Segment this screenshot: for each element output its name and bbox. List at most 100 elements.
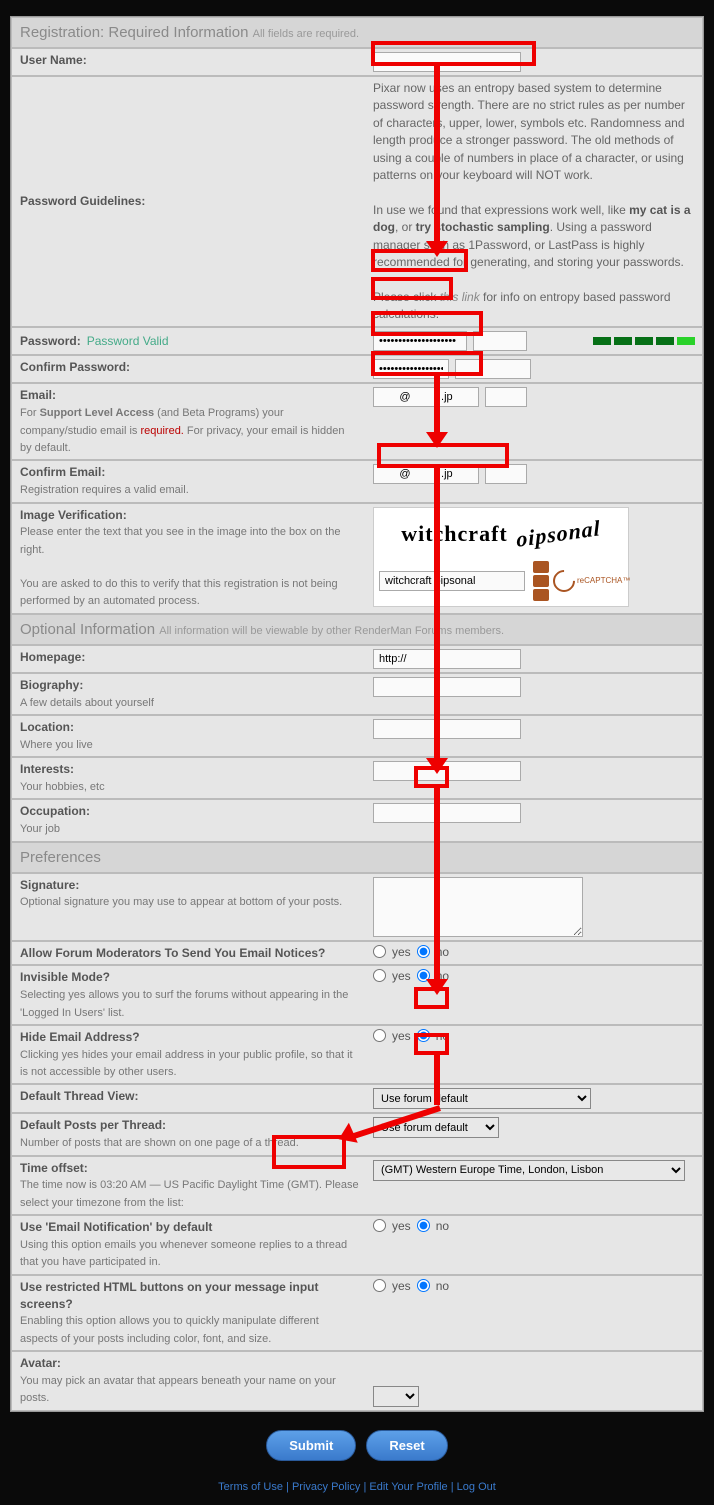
htmlbtns-row: Use restricted HTML buttons on your mess…	[11, 1275, 703, 1351]
recaptcha-logo: reCAPTCHA™	[553, 570, 630, 592]
captcha-sub2: You are asked to do this to verify that …	[20, 578, 338, 607]
privacy-link[interactable]: Privacy Policy	[292, 1481, 360, 1493]
captcha-widget: witchcraft oipsonal reCAPTCHA™	[373, 507, 629, 607]
location-input[interactable]	[373, 719, 521, 739]
username-input[interactable]	[373, 52, 521, 72]
htmlbtns-sub: Enabling this option allows you to quick…	[20, 1315, 319, 1344]
hideemail-label: Hide Email Address?	[20, 1030, 140, 1044]
postsper-label: Default Posts per Thread:	[20, 1118, 166, 1132]
pwguide-p2: In use we found that expressions work we…	[373, 202, 696, 272]
confirmemail-label: Confirm Email:	[20, 465, 105, 479]
homepage-row: Homepage:	[11, 645, 703, 673]
pwguide-p1: Pixar now uses an entropy based system t…	[373, 80, 696, 184]
email-sub: For Support Level Access (and Beta Progr…	[20, 407, 344, 454]
email-input[interactable]	[373, 387, 479, 407]
interests-input[interactable]	[373, 761, 521, 781]
submit-button[interactable]: Submit	[266, 1430, 356, 1461]
captcha-row: Image Verification: Please enter the tex…	[11, 503, 703, 614]
timeoffset-label: Time offset:	[20, 1161, 88, 1175]
timeoffset-select[interactable]: (GMT) Western Europe Time, London, Lisbo…	[373, 1160, 685, 1181]
modemails-no[interactable]	[417, 945, 430, 958]
bio-sub: A few details about yourself	[20, 697, 154, 709]
editprofile-link[interactable]: Edit Your Profile	[369, 1481, 447, 1493]
timeoffset-row: Time offset:The time now is 03:20 AM — U…	[11, 1156, 703, 1216]
emailnotif-no[interactable]	[417, 1219, 430, 1232]
bio-input[interactable]	[373, 677, 521, 697]
reset-button[interactable]: Reset	[366, 1430, 447, 1461]
invisible-label: Invisible Mode?	[20, 970, 110, 984]
captcha-controls	[533, 561, 549, 601]
occupation-sub: Your job	[20, 823, 60, 835]
password-label: Password:	[20, 334, 81, 348]
page-container: Registration: Required Information All f…	[0, 0, 714, 1505]
password-input[interactable]	[373, 331, 467, 351]
invisible-yes[interactable]	[373, 969, 386, 982]
footer: Terms of Use | Privacy Policy | Edit You…	[10, 1473, 704, 1495]
prefs-title: Preferences	[20, 849, 101, 866]
postsper-sub: Number of posts that are shown on one pa…	[20, 1137, 299, 1149]
password-valid: Password Valid	[87, 334, 169, 348]
required-title: Registration: Required Information	[20, 24, 248, 41]
location-row: Location: Where you live	[11, 715, 703, 757]
invisible-row: Invisible Mode? Selecting yes allows you …	[11, 965, 703, 1025]
interests-row: Interests:Your hobbies, etc	[11, 757, 703, 799]
form-table: Registration: Required Information All f…	[10, 16, 704, 1412]
captcha-audio-icon[interactable]	[533, 575, 549, 587]
modemails-label: Allow Forum Moderators To Send You Email…	[20, 946, 325, 960]
hideemail-yes[interactable]	[373, 1029, 386, 1042]
hideemail-sub: Clicking yes hides your email address in…	[20, 1049, 353, 1078]
logout-link[interactable]: Log Out	[457, 1481, 496, 1493]
optional-sub: All information will be viewable by othe…	[159, 625, 504, 637]
confirmemail-sub: Registration requires a valid email.	[20, 484, 189, 496]
required-header: Registration: Required Information All f…	[11, 17, 703, 48]
pwguide-p3: Please click this link for info on entro…	[373, 289, 696, 324]
captcha-label: Image Verification:	[20, 508, 127, 522]
htmlbtns-yes[interactable]	[373, 1279, 386, 1292]
hideemail-no[interactable]	[417, 1029, 430, 1042]
location-sub: Where you live	[20, 739, 93, 751]
captcha-help-icon[interactable]	[533, 589, 549, 601]
captcha-refresh-icon[interactable]	[533, 561, 549, 573]
hideemail-row: Hide Email Address? Clicking yes hides yo…	[11, 1025, 703, 1085]
avatar-select[interactable]	[373, 1386, 419, 1407]
confirmpw-row: Confirm Password:	[11, 355, 703, 383]
email-row: Email: For Support Level Access (and Bet…	[11, 383, 703, 460]
button-bar: Submit Reset	[10, 1412, 704, 1473]
invisible-no[interactable]	[417, 969, 430, 982]
location-label: Location:	[20, 720, 74, 734]
username-label: User Name:	[20, 53, 87, 67]
captcha-image: witchcraft oipsonal	[379, 513, 623, 555]
avatar-row: Avatar:You may pick an avatar that appea…	[11, 1351, 703, 1411]
optional-title: Optional Information	[20, 621, 155, 638]
entropy-link[interactable]: this link	[440, 290, 480, 304]
occupation-row: Occupation: Your job	[11, 799, 703, 841]
postsper-select[interactable]: Use forum default	[373, 1117, 499, 1138]
occupation-input[interactable]	[373, 803, 521, 823]
password-row: Password: Password Valid	[11, 327, 703, 355]
emailnotif-row: Use 'Email Notification' by defaultUsing…	[11, 1215, 703, 1275]
emailnotif-label: Use 'Email Notification' by default	[20, 1220, 212, 1234]
optional-header: Optional Information All information wil…	[11, 614, 703, 645]
homepage-label: Homepage:	[20, 650, 85, 664]
pwguidelines-label: Password Guidelines:	[20, 193, 145, 210]
signature-input[interactable]	[373, 877, 583, 937]
terms-link[interactable]: Terms of Use	[218, 1481, 283, 1493]
emailnotif-yes[interactable]	[373, 1219, 386, 1232]
occupation-label: Occupation:	[20, 804, 90, 818]
captcha-sub1: Please enter the text that you see in th…	[20, 526, 340, 555]
modemails-yes[interactable]	[373, 945, 386, 958]
postsper-row: Default Posts per Thread: Number of posts…	[11, 1113, 703, 1155]
bio-label: Biography:	[20, 678, 83, 692]
confirmpw-input[interactable]	[373, 359, 449, 379]
confirmemail-extra	[485, 464, 527, 484]
confirmemail-input[interactable]	[373, 464, 479, 484]
password-extra	[473, 331, 527, 351]
htmlbtns-no[interactable]	[417, 1279, 430, 1292]
captcha-input[interactable]	[379, 571, 525, 591]
threadview-label: Default Thread View:	[20, 1089, 138, 1103]
threadview-select[interactable]: Use forum default	[373, 1088, 591, 1109]
interests-label: Interests:	[20, 762, 74, 776]
homepage-input[interactable]	[373, 649, 521, 669]
invisible-sub: Selecting yes allows you to surf the for…	[20, 989, 348, 1018]
prefs-header: Preferences	[11, 842, 703, 873]
